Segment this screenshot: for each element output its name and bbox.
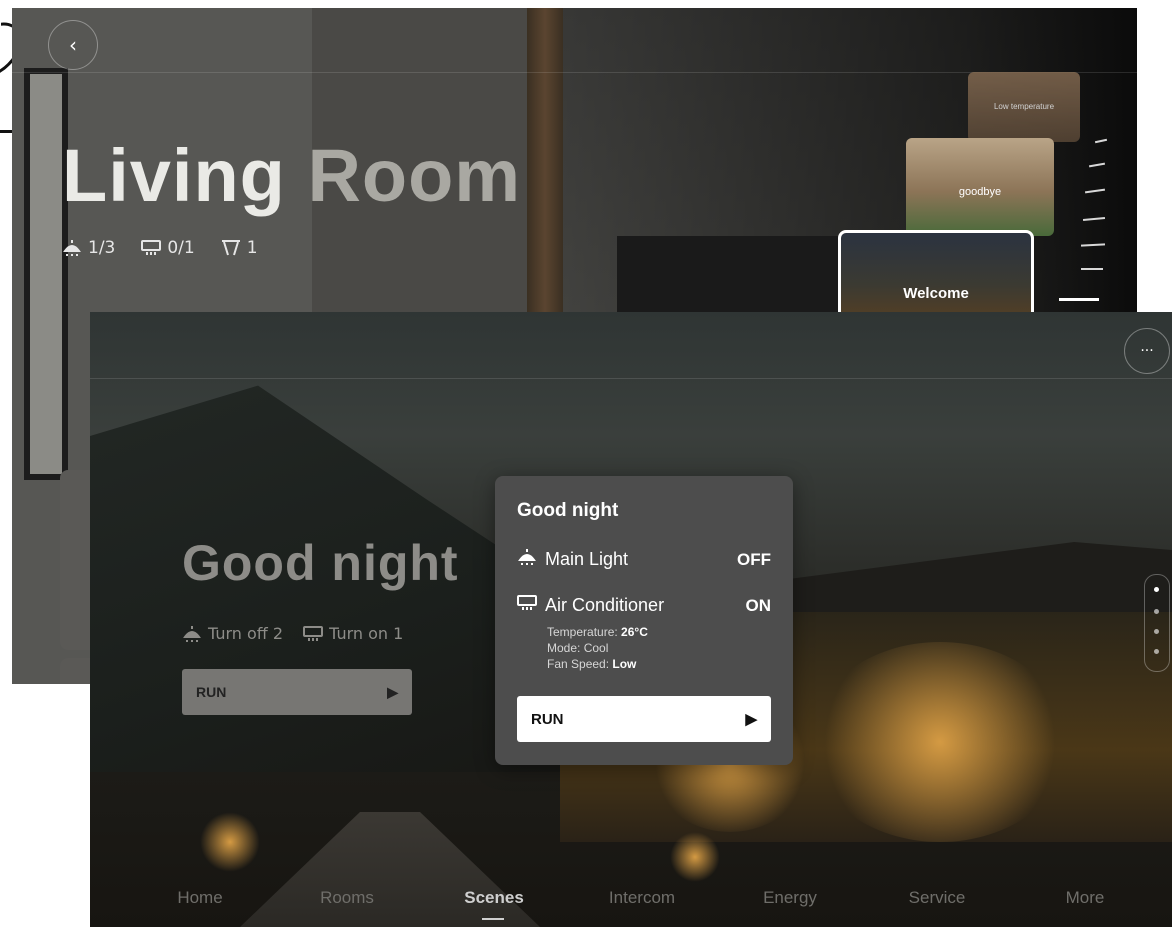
scene-stats: Turn off 2 Turn on 1 [182, 624, 403, 643]
device-name-label: Air Conditioner [545, 595, 665, 615]
tick-active [1059, 298, 1099, 301]
tick [1094, 138, 1108, 144]
stat-ac: 0/1 [141, 238, 195, 258]
scene-detail-popup: Good night Main Light OFF Air Conditione… [495, 476, 793, 765]
tick [1088, 162, 1106, 168]
scene-stat-ac-label: Turn on 1 [329, 624, 404, 643]
detail-value: Cool [583, 641, 609, 655]
bottom-navigation: Home Rooms Scenes Intercom Energy Servic… [90, 880, 1172, 920]
device-name: Air Conditioner [517, 594, 746, 617]
detail-label: Mode: [547, 641, 581, 655]
air-conditioner-icon [141, 239, 162, 257]
window-frame [24, 68, 68, 480]
edge-line-decoration [0, 130, 12, 133]
room-stats: 1/3 0/1 1 [62, 238, 258, 258]
popup-run-button[interactable]: RUN ▶ [517, 696, 771, 742]
play-icon: ▶ [745, 711, 757, 728]
stat-lights-value: 1/3 [88, 238, 116, 258]
stat-lights: 1/3 [62, 238, 115, 258]
scene-card-label: Welcome [903, 285, 969, 302]
stat-ac-value: 0/1 [167, 238, 195, 258]
more-options-button[interactable]: ··· [1124, 328, 1170, 374]
room-title-primary: Living [62, 134, 286, 217]
page-indicator[interactable] [1144, 574, 1170, 672]
tick [1082, 217, 1106, 221]
air-conditioner-icon [517, 594, 537, 617]
scene-card-label: Low temperature [993, 102, 1055, 111]
room-title-secondary: Room [307, 134, 522, 217]
nav-more[interactable]: More [1066, 888, 1105, 908]
detail-mode: Mode: Cool [547, 640, 648, 656]
scene-title: Good night [182, 535, 459, 591]
nav-energy[interactable]: Energy [763, 888, 817, 908]
window-glow [810, 642, 1070, 842]
detail-value: 26°C [621, 625, 648, 639]
page-dot-active [1154, 587, 1159, 592]
scene-card-goodbye[interactable]: goodbye [906, 138, 1054, 236]
scene-card-low-temperature[interactable]: Low temperature [968, 72, 1080, 142]
run-label: RUN [531, 710, 564, 728]
device-name: Main Light [517, 548, 737, 571]
page-dot [1154, 609, 1159, 614]
tv-cabinet [617, 236, 867, 316]
stat-curtain: 1 [221, 238, 258, 258]
header-divider [12, 72, 1137, 73]
scene-stat-lights: Turn off 2 [182, 624, 283, 643]
scene-stat-lights-label: Turn off 2 [208, 624, 284, 643]
nav-service[interactable]: Service [909, 888, 966, 908]
detail-fan-speed: Fan Speed: Low [547, 656, 648, 672]
device-state: OFF [737, 549, 771, 569]
more-dots-icon: ··· [1140, 343, 1154, 359]
page-dot [1154, 649, 1159, 654]
run-label: RUN [196, 684, 227, 700]
tick [1080, 243, 1106, 247]
device-row-air-conditioner: Air Conditioner ON [517, 594, 771, 617]
nav-intercom[interactable]: Intercom [609, 888, 675, 908]
play-icon: ▶ [387, 683, 398, 700]
detail-label: Fan Speed: [547, 657, 610, 671]
ceiling-lamp-icon [182, 625, 202, 643]
popup-title: Good night [517, 500, 619, 521]
ceiling-lamp-icon [62, 239, 82, 257]
tick [1081, 268, 1103, 270]
ceiling-lamp-icon [517, 548, 537, 571]
detail-value: Low [612, 657, 637, 671]
room-title: Living Room [62, 133, 521, 218]
scene-stat-ac: Turn on 1 [303, 624, 403, 643]
lamp-glow [670, 832, 720, 882]
tick [1084, 188, 1106, 194]
nav-rooms[interactable]: Rooms [320, 888, 374, 908]
header-divider [90, 378, 1172, 379]
nav-home[interactable]: Home [177, 888, 222, 908]
stat-curtain-value: 1 [246, 238, 258, 258]
ac-details: Temperature: 26°C Mode: Cool Fan Speed: … [547, 624, 648, 672]
page-dot [1154, 629, 1159, 634]
device-name-label: Main Light [545, 549, 629, 569]
scene-run-button[interactable]: RUN ▶ [182, 669, 412, 715]
device-state: ON [745, 595, 772, 615]
lamp-glow [200, 812, 260, 872]
detail-temperature: Temperature: 26°C [547, 624, 648, 640]
back-button[interactable]: ‹ [48, 20, 98, 70]
nav-scenes[interactable]: Scenes [464, 888, 524, 908]
air-conditioner-icon [303, 625, 324, 643]
scene-card-label: goodbye [958, 186, 1002, 198]
curtain-icon [221, 239, 241, 257]
detail-label: Temperature: [547, 625, 618, 639]
nav-active-indicator [482, 918, 504, 920]
device-row-main-light: Main Light OFF [517, 548, 771, 571]
chevron-left-icon: ‹ [69, 33, 77, 57]
